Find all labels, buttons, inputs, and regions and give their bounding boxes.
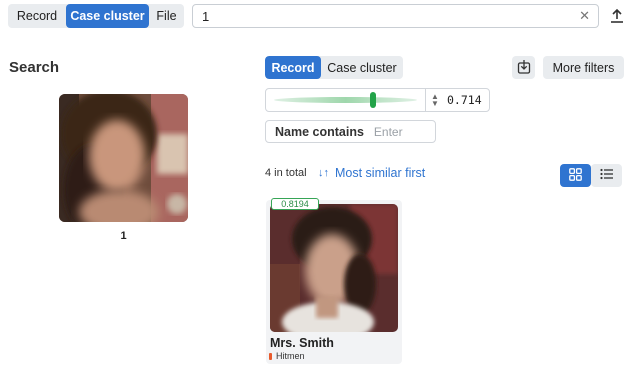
tab-case-cluster-results[interactable]: Case cluster bbox=[321, 56, 403, 79]
search-heading: Search bbox=[9, 59, 60, 76]
search-input-value: 1 bbox=[202, 8, 210, 24]
name-filter-label: Name contains bbox=[275, 124, 364, 139]
similarity-score-badge: 0.8194 bbox=[271, 198, 319, 210]
view-toggle bbox=[560, 164, 622, 187]
result-group-label: Hitmen bbox=[276, 351, 305, 361]
result-count: 4 in total bbox=[265, 167, 307, 179]
result-group: Hitmen bbox=[269, 351, 305, 361]
threshold-value[interactable]: 0.714 bbox=[444, 89, 482, 111]
tab-record-results[interactable]: Record bbox=[265, 56, 321, 79]
slider-track bbox=[274, 97, 417, 103]
search-type-tabs: Record Case cluster File bbox=[8, 4, 184, 28]
sort-toggle[interactable]: ↓↑ Most similar first bbox=[318, 166, 425, 180]
similarity-threshold-control: ▲ ▼ 0.714 bbox=[265, 88, 490, 112]
more-filters-button[interactable]: More filters bbox=[543, 56, 624, 79]
upload-icon[interactable] bbox=[608, 4, 625, 28]
result-mode-tabs: Record Case cluster bbox=[265, 56, 403, 79]
sort-icon: ↓↑ bbox=[318, 167, 329, 179]
group-color-dot bbox=[269, 352, 272, 360]
name-filter: Name contains Enter bbox=[265, 120, 436, 143]
result-name: Mrs. Smith bbox=[270, 336, 334, 350]
search-image-caption: 1 bbox=[120, 230, 127, 242]
download-button[interactable] bbox=[512, 56, 535, 79]
name-filter-input[interactable]: Enter bbox=[374, 125, 403, 139]
list-icon bbox=[599, 168, 614, 183]
similarity-slider[interactable] bbox=[266, 89, 426, 111]
grid-view-button[interactable] bbox=[560, 164, 591, 187]
tab-case-cluster[interactable]: Case cluster bbox=[66, 4, 149, 28]
sort-label: Most similar first bbox=[335, 166, 426, 180]
result-image[interactable] bbox=[270, 204, 398, 332]
close-icon[interactable]: ✕ bbox=[579, 9, 590, 23]
grid-icon bbox=[569, 167, 582, 184]
list-view-button[interactable] bbox=[591, 164, 622, 187]
search-input[interactable]: 1 ✕ bbox=[192, 4, 599, 28]
search-image bbox=[59, 94, 188, 222]
tab-file[interactable]: File bbox=[149, 4, 184, 28]
stepper-icon[interactable]: ▲ ▼ bbox=[426, 89, 444, 111]
tab-record[interactable]: Record bbox=[8, 4, 66, 28]
slider-handle[interactable] bbox=[370, 92, 376, 108]
download-icon bbox=[517, 59, 531, 77]
